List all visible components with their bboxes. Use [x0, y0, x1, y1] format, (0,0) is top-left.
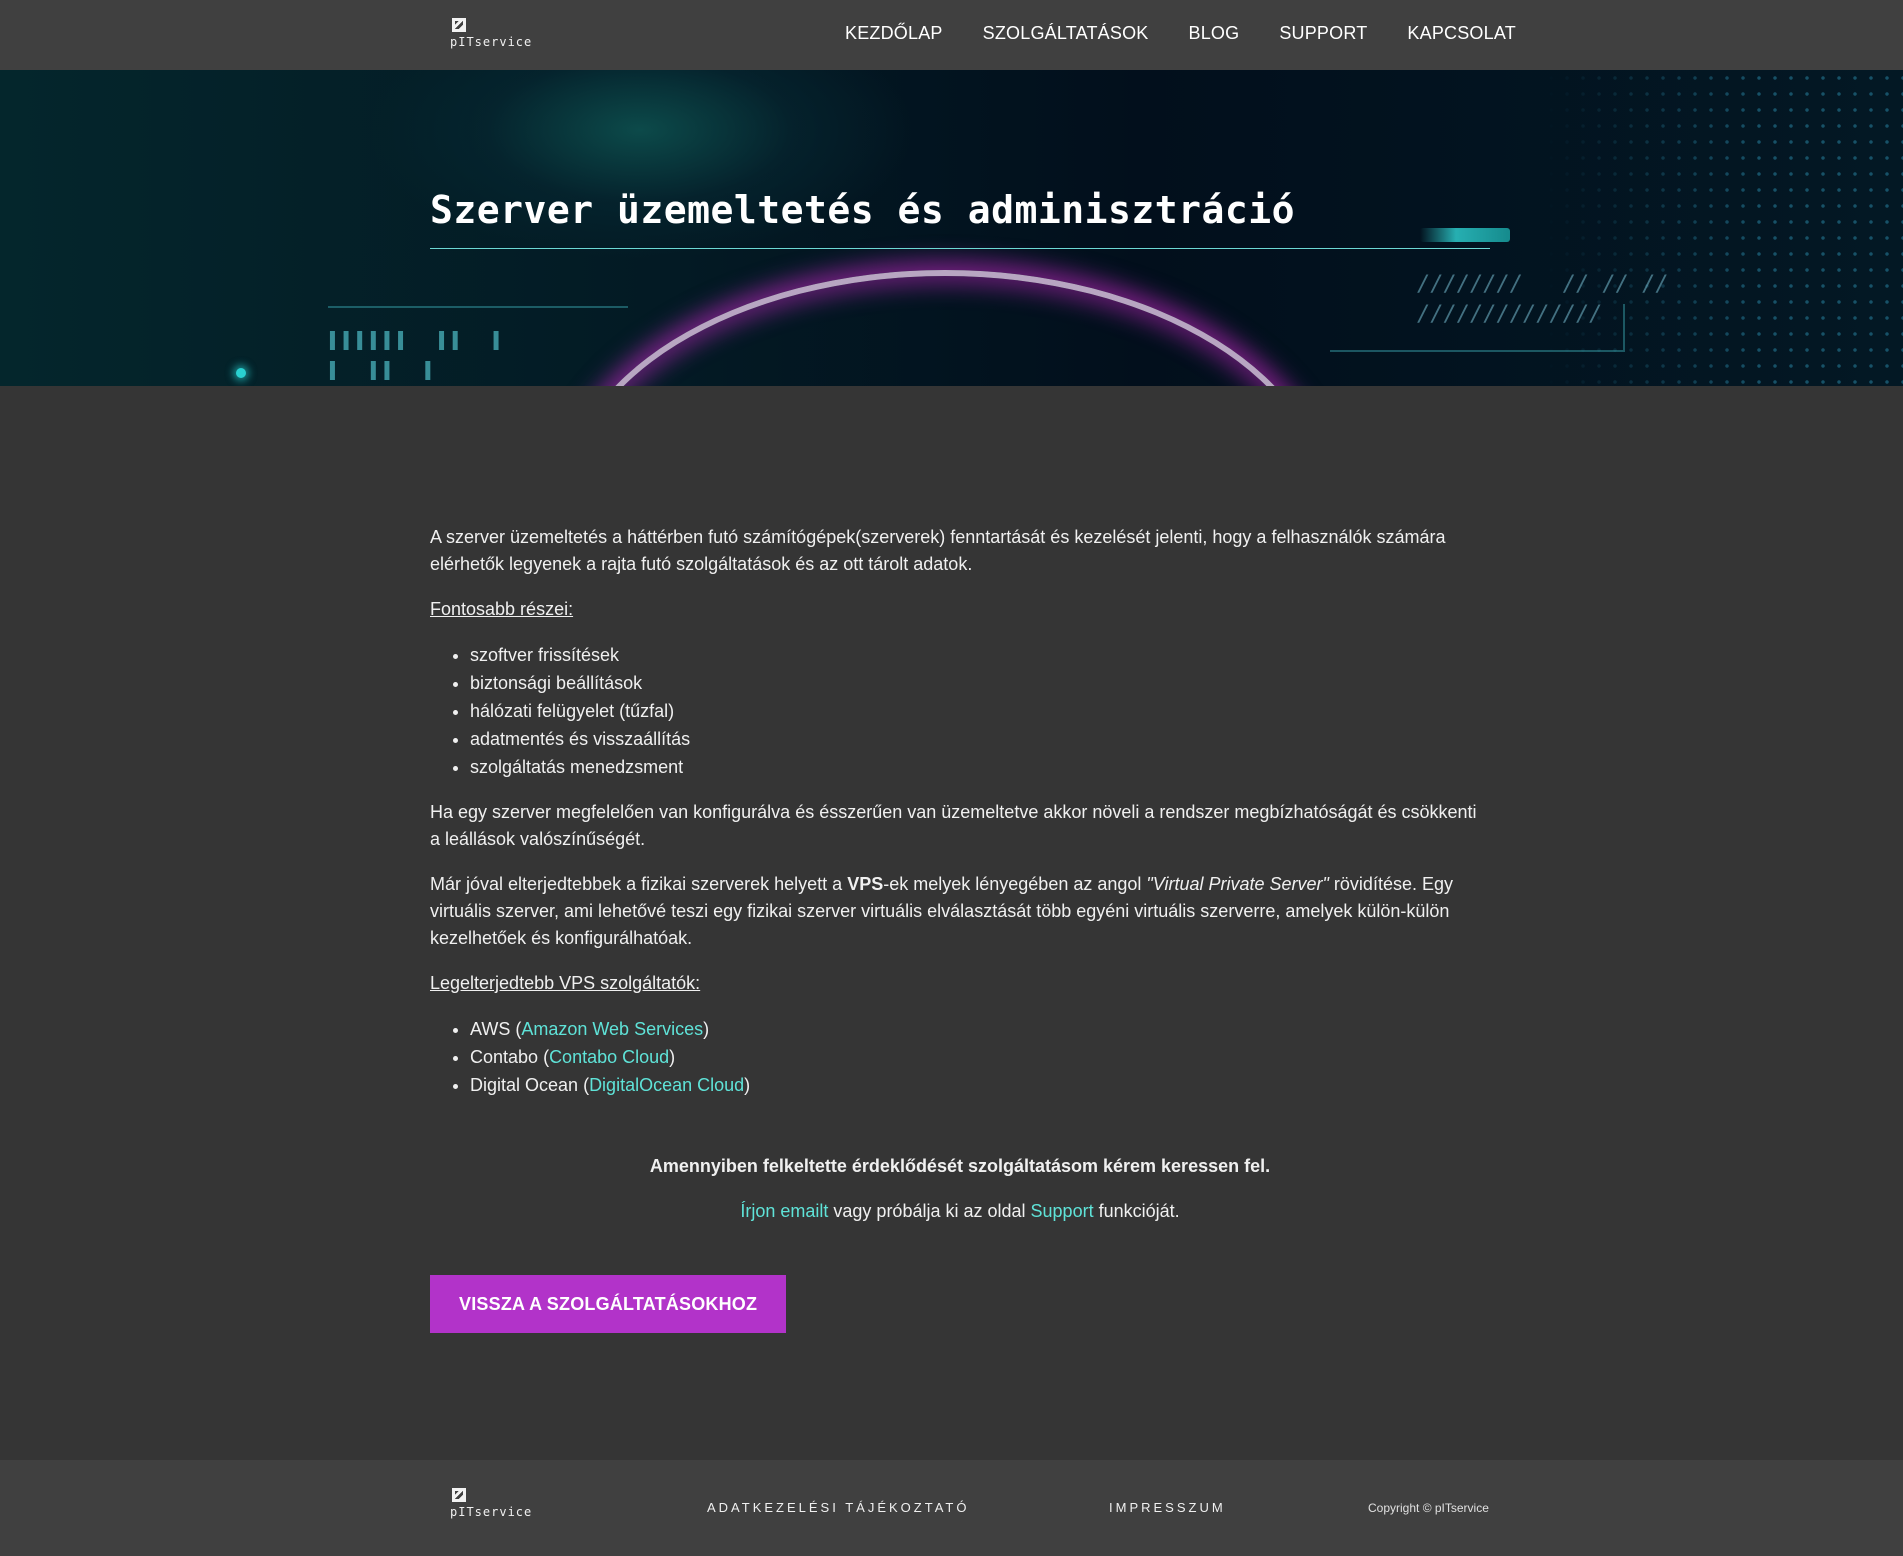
- title-underline: [430, 248, 1490, 249]
- nav-item-support[interactable]: SUPPORT: [1279, 23, 1367, 44]
- list-item: Digital Ocean (DigitalOcean Cloud): [470, 1071, 1490, 1099]
- provider-name: AWS: [470, 1019, 511, 1039]
- cta-text-middle: vagy próbálja ki az oldal: [828, 1201, 1031, 1221]
- cta-paragraph: Írjon emailt vagy próbálja ki az oldal S…: [430, 1198, 1490, 1225]
- support-link[interactable]: Support: [1031, 1201, 1094, 1221]
- imprint-link[interactable]: IMPRESSZUM: [1109, 1500, 1226, 1515]
- list-item: AWS (Amazon Web Services): [470, 1015, 1490, 1043]
- main-nav: KEZDŐLAP SZOLGÁLTATÁSOK BLOG SUPPORT KAP…: [845, 23, 1516, 44]
- intro-paragraph: A szerver üzemeltetés a háttérben futó s…: [430, 527, 1446, 574]
- logo-text: pITservice: [450, 35, 533, 49]
- list-item: szoftver frissítések: [470, 641, 1490, 669]
- vps-text-start: Már jóval elterjedtebbek a fizikai szerv…: [430, 874, 848, 894]
- hero-decor-bracket: [1330, 304, 1625, 352]
- nav-item-contact[interactable]: KAPCSOLAT: [1407, 23, 1516, 44]
- hero-glow-dot: [236, 368, 246, 378]
- provider-name: Contabo: [470, 1047, 539, 1067]
- list-item: Contabo (Contabo Cloud): [470, 1043, 1490, 1071]
- nav-item-home[interactable]: KEZDŐLAP: [845, 23, 943, 44]
- list-item: hálózati felügyelet (tűzfal): [470, 697, 1490, 725]
- list-item: adatmentés és visszaállítás: [470, 725, 1490, 753]
- hero-glow-bar: [1420, 228, 1510, 242]
- hero-neon-arc: [560, 270, 1330, 386]
- list-item: biztonsági beállítások: [470, 669, 1490, 697]
- vps-text-middle: -ek melyek lényegében az angol: [883, 874, 1147, 894]
- provider-link-digitalocean[interactable]: DigitalOcean Cloud: [589, 1075, 744, 1095]
- provider-link-contabo[interactable]: Contabo Cloud: [549, 1047, 669, 1067]
- cta-text-end: funkcióját.: [1093, 1201, 1180, 1221]
- providers-list: AWS (Amazon Web Services) Contabo (Conta…: [470, 1015, 1490, 1099]
- vps-paragraph: Már jóval elterjedtebbek a fizikai szerv…: [430, 871, 1490, 952]
- privacy-policy-link[interactable]: ADATKEZELÉSI TÁJÉKOZTATÓ: [707, 1500, 969, 1515]
- providers-heading: Legelterjedtebb VPS szolgáltatók:: [430, 973, 701, 993]
- footer-logo[interactable]: pITservice: [450, 1488, 532, 1519]
- vps-bold: VPS: [847, 874, 884, 894]
- logo-icon: [452, 1488, 466, 1502]
- parts-heading: Fontosabb részei:: [430, 599, 574, 619]
- back-to-services-button[interactable]: VISSZA A SZOLGÁLTATÁSOKHOZ: [430, 1275, 787, 1333]
- cta-heading: Amennyiben felkeltette érdeklődését szol…: [649, 1156, 1271, 1176]
- hero-decor-line: [328, 306, 628, 308]
- footer: pITservice ADATKEZELÉSI TÁJÉKOZTATÓ IMPR…: [0, 1460, 1903, 1556]
- page-title: Szerver üzemeltetés és adminisztráció: [430, 188, 1295, 232]
- site-logo[interactable]: pITservice: [450, 18, 532, 49]
- email-link[interactable]: Írjon emailt: [740, 1201, 828, 1221]
- list-item: szolgáltatás menedzsment: [470, 753, 1490, 781]
- hero-decor-ticks: ▌▌▌▌▌▌ ▌▌ ▌ ▌ ▌▌ ▌: [330, 331, 508, 380]
- copyright-text: Copyright © pITservice: [1368, 1501, 1489, 1515]
- hero-banner: ▌▌▌▌▌▌ ▌▌ ▌ ▌ ▌▌ ▌ //////// // // ///////…: [0, 70, 1903, 386]
- nav-item-services[interactable]: SZOLGÁLTATÁSOK: [983, 23, 1149, 44]
- article-content: A szerver üzemeltetés a háttérben futó s…: [430, 524, 1490, 1333]
- provider-link-aws[interactable]: Amazon Web Services: [521, 1019, 703, 1039]
- config-paragraph: Ha egy szerver megfelelően van konfigurá…: [430, 802, 1477, 849]
- logo-text: pITservice: [450, 1505, 533, 1519]
- provider-name: Digital Ocean: [470, 1075, 579, 1095]
- vps-italic: "Virtual Private Server": [1146, 874, 1329, 894]
- nav-item-blog[interactable]: BLOG: [1188, 23, 1239, 44]
- top-navbar: pITservice KEZDŐLAP SZOLGÁLTATÁSOK BLOG …: [0, 0, 1903, 70]
- logo-icon: [452, 18, 466, 32]
- parts-list: szoftver frissítések biztonsági beállítá…: [470, 641, 1490, 781]
